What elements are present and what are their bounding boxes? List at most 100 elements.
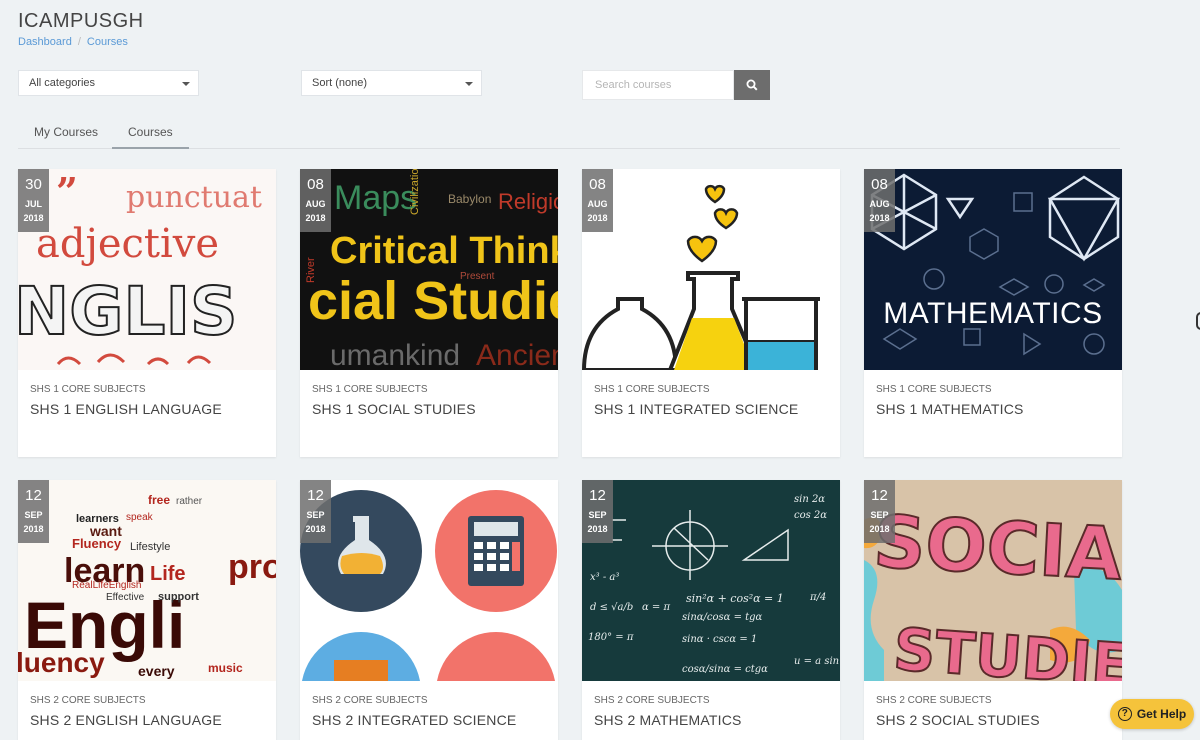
date-year: 2018	[587, 524, 608, 534]
svg-text:support: support	[158, 591, 199, 603]
course-title[interactable]: SHS 2 ENGLISH LANGUAGE	[30, 712, 222, 728]
svg-text:MATHEMATICS: MATHEMATICS	[883, 297, 1102, 330]
course-category: SHS 2 CORE SUBJECTS	[876, 695, 992, 706]
get-help-label: Get Help	[1136, 707, 1187, 721]
scroll-indicator	[1196, 312, 1200, 330]
date-day: 08	[589, 176, 606, 193]
page-title: ICAMPUSGH	[18, 10, 144, 32]
get-help-button[interactable]: ? Get Help	[1110, 699, 1194, 729]
svg-text:music: music	[208, 661, 243, 675]
search-button[interactable]	[734, 70, 770, 100]
svg-text:sin 2α: sin 2α	[794, 494, 825, 505]
date-month: AUG	[869, 199, 890, 209]
course-card[interactable]: Maps Civilization Babylon Religio Critic…	[300, 169, 558, 457]
date-badge: 30 JUL 2018	[18, 169, 49, 232]
svg-text:sin²α + cos²α = 1: sin²α + cos²α = 1	[686, 592, 784, 605]
svg-text:punctuat: punctuat	[126, 180, 262, 215]
tab-my-courses[interactable]: My Courses	[18, 116, 114, 149]
course-image: free rather learners speak want Fluency …	[18, 480, 276, 681]
svg-text:Civilization: Civilization	[409, 169, 421, 215]
course-title[interactable]: SHS 2 SOCIAL STUDIES	[876, 712, 1040, 728]
breadcrumb: Dashboard / Courses	[18, 36, 128, 48]
svg-text:sinα/cosα = tgα: sinα/cosα = tgα	[682, 612, 763, 623]
tab-courses[interactable]: Courses	[112, 116, 189, 149]
breadcrumb-separator: /	[77, 36, 81, 48]
course-title[interactable]: SHS 1 ENGLISH LANGUAGE	[30, 401, 222, 417]
svg-text:pro: pro	[228, 548, 276, 586]
course-category: SHS 1 CORE SUBJECTS	[312, 384, 428, 395]
course-tabs: My Courses Courses	[18, 116, 1120, 149]
course-card[interactable]: free rather learners speak want Fluency …	[18, 480, 276, 740]
course-card[interactable]: sin 2α cos 2α sin²α + cos²α = 1 180° = π…	[582, 480, 840, 740]
svg-text:umankind: umankind	[330, 339, 460, 370]
svg-text:rather: rather	[176, 496, 203, 507]
course-title[interactable]: SHS 1 INTEGRATED SCIENCE	[594, 401, 798, 417]
svg-text:u = a sin: u = a sin	[794, 656, 839, 667]
course-card[interactable]: SOCIAL STUDIES 12 SEP 2018 SHS 2 CORE SU…	[864, 480, 1122, 740]
date-day: 12	[25, 487, 42, 504]
svg-text:Ancien: Ancien	[476, 339, 558, 370]
svg-text:”: ”	[56, 169, 78, 214]
svg-text:Religio: Religio	[498, 189, 558, 214]
svg-text:Babylon: Babylon	[448, 192, 491, 206]
date-badge: 12 SEP 2018	[864, 480, 895, 543]
date-year: 2018	[305, 524, 326, 534]
course-card[interactable]: 08 AUG 2018 SHS 1 CORE SUBJECTS SHS 1 IN…	[582, 169, 840, 457]
date-year: 2018	[869, 213, 890, 223]
date-year: 2018	[23, 524, 44, 534]
svg-text:Present: Present	[460, 271, 495, 282]
course-card[interactable]: ” punctuat adjective NGLIS 30 JUL 2018 S…	[18, 169, 276, 457]
course-title[interactable]: SHS 2 INTEGRATED SCIENCE	[312, 712, 516, 728]
svg-text:Effective: Effective	[106, 592, 145, 603]
sort-select-value: Sort (none)	[312, 77, 368, 89]
svg-text:every: every	[138, 663, 175, 679]
breadcrumb-courses[interactable]: Courses	[87, 36, 128, 48]
date-day: 12	[589, 487, 606, 504]
svg-text:sinα · cscα = 1: sinα · cscα = 1	[682, 634, 757, 645]
date-badge: 08 AUG 2018	[864, 169, 895, 232]
svg-text:free: free	[148, 493, 170, 507]
date-day: 12	[307, 487, 324, 504]
date-month: AUG	[305, 199, 326, 209]
caret-down-icon	[465, 82, 473, 86]
date-year: 2018	[869, 524, 890, 534]
category-select[interactable]: All categories	[18, 70, 199, 96]
svg-text:Critical Thinkin: Critical Thinkin	[330, 230, 558, 272]
date-day: 08	[307, 176, 324, 193]
breadcrumb-dashboard[interactable]: Dashboard	[18, 36, 72, 48]
date-month: SEP	[588, 510, 607, 520]
course-category: SHS 2 CORE SUBJECTS	[30, 695, 146, 706]
course-title[interactable]: SHS 1 SOCIAL STUDIES	[312, 401, 476, 417]
date-month: SEP	[870, 510, 889, 520]
course-category: SHS 1 CORE SUBJECTS	[30, 384, 146, 395]
course-image: MATHEMATICS 08 AUG 2018	[864, 169, 1122, 370]
svg-text:cos 2α: cos 2α	[794, 510, 827, 521]
course-card[interactable]: MATHEMATICS 08 AUG 2018 SHS 1 CORE SUBJE…	[864, 169, 1122, 457]
svg-text:SOCIAL: SOCIAL	[872, 499, 1122, 598]
svg-text:RealLifeEnglish: RealLifeEnglish	[72, 580, 142, 591]
date-year: 2018	[23, 213, 44, 223]
course-title[interactable]: SHS 1 MATHEMATICS	[876, 401, 1024, 417]
search-input[interactable]	[582, 70, 734, 100]
date-day: 12	[871, 487, 888, 504]
date-month: JUL	[24, 199, 42, 209]
svg-text:adjective: adjective	[36, 221, 219, 267]
svg-text:NGLIS: NGLIS	[18, 273, 238, 350]
date-badge: 12 SEP 2018	[300, 480, 331, 543]
date-year: 2018	[305, 213, 326, 223]
course-category: SHS 1 CORE SUBJECTS	[594, 384, 710, 395]
course-title[interactable]: SHS 2 MATHEMATICS	[594, 712, 742, 728]
sort-select[interactable]: Sort (none)	[301, 70, 482, 96]
question-icon: ?	[1117, 707, 1132, 721]
course-image: 08 AUG 2018	[582, 169, 840, 370]
svg-text:Maps: Maps	[334, 179, 417, 217]
date-badge: 12 SEP 2018	[18, 480, 49, 543]
date-month: SEP	[306, 510, 325, 520]
search-icon	[746, 79, 758, 91]
svg-text:π/4: π/4	[809, 592, 826, 603]
course-image: sin 2α cos 2α sin²α + cos²α = 1 180° = π…	[582, 480, 840, 681]
course-image: ” punctuat adjective NGLIS 30 JUL 2018	[18, 169, 276, 370]
svg-text:cial Studie: cial Studie	[308, 271, 558, 331]
course-card[interactable]: 12 SEP 2018 SHS 2 CORE SUBJECTS SHS 2 IN…	[300, 480, 558, 740]
svg-text:d ≤ √a/b: d ≤ √a/b	[590, 602, 633, 613]
